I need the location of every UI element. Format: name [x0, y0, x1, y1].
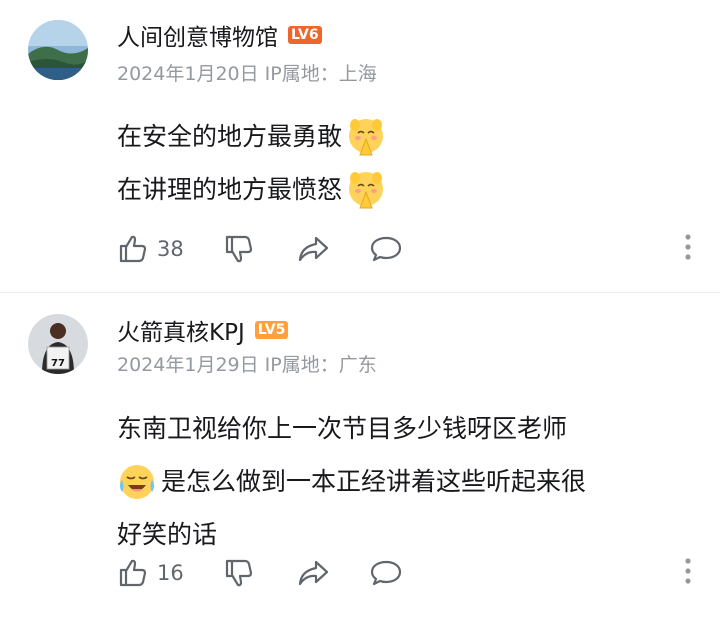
user-info: 人间创意博物馆 LV6: [117, 18, 322, 52]
reply-button[interactable]: [369, 557, 403, 589]
more-button[interactable]: [684, 557, 692, 585]
share-icon: [298, 236, 328, 262]
level-badge: LV6: [288, 26, 322, 44]
ip-location: IP属地：上海: [264, 63, 377, 85]
doge-pray-emoji: [346, 117, 386, 157]
thumb-down-icon: [225, 559, 252, 587]
doge-pray-emoji: [346, 170, 386, 210]
avatar[interactable]: [28, 20, 88, 80]
username[interactable]: 火箭真核KPJ: [117, 313, 245, 347]
comment-date: 2024年1月29日: [117, 354, 259, 376]
comment-content: 东南卫视给你上一次节目多少钱呀区老师 是怎么做到一本正经讲着这些听起来很 好笑的…: [117, 402, 586, 561]
more-vertical-icon: [685, 558, 691, 584]
comment-line: 在讲理的地方最愤怒: [117, 163, 390, 216]
user-info: 火箭真核KPJ LV5: [117, 313, 289, 347]
comment-content: 在安全的地方最勇敢 在讲理的地方最愤怒: [117, 110, 390, 216]
comment-line: 在安全的地方最勇敢: [117, 110, 390, 163]
reply-icon: [370, 560, 401, 586]
level-badge: LV5: [254, 321, 289, 339]
comment-actions: 16: [117, 553, 692, 593]
like-count: 16: [157, 561, 184, 585]
more-button[interactable]: [684, 233, 692, 261]
thumb-up-icon: [119, 559, 147, 587]
laugh-cry-emoji: [117, 462, 157, 502]
more-vertical-icon: [685, 234, 691, 260]
like-count: 38: [157, 237, 184, 261]
comment-actions: 38: [117, 229, 692, 269]
comment-line: 东南卫视给你上一次节目多少钱呀区老师: [117, 414, 568, 443]
thumb-down-icon: [225, 235, 252, 263]
comment-meta: 2024年1月20日 IP属地：上海: [117, 59, 377, 86]
share-button[interactable]: [297, 233, 331, 265]
reply-icon: [370, 236, 401, 262]
ip-location: IP属地：广东: [264, 354, 377, 376]
comment-line: 是怎么做到一本正经讲着这些听起来很: [117, 455, 586, 508]
comment-meta: 2024年1月29日 IP属地：广东: [117, 350, 377, 377]
comment-item: 77 火箭真核KPJ LV5 2024年1月29日 IP属地：广东 东南卫视给你…: [0, 292, 720, 630]
share-icon: [298, 560, 328, 586]
avatar[interactable]: 77: [28, 314, 88, 374]
reply-button[interactable]: [369, 233, 403, 265]
dislike-button[interactable]: [223, 233, 255, 265]
thumb-up-icon: [119, 235, 147, 263]
username[interactable]: 人间创意博物馆: [117, 18, 278, 52]
comment-item: 人间创意博物馆 LV6 2024年1月20日 IP属地：上海 在安全的地方最勇敢: [0, 0, 720, 292]
share-button[interactable]: [297, 557, 331, 589]
svg-text:77: 77: [51, 358, 65, 369]
like-button[interactable]: 16: [117, 557, 184, 589]
comment-date: 2024年1月20日: [117, 63, 259, 85]
dislike-button[interactable]: [223, 557, 255, 589]
like-button[interactable]: 38: [117, 233, 184, 265]
